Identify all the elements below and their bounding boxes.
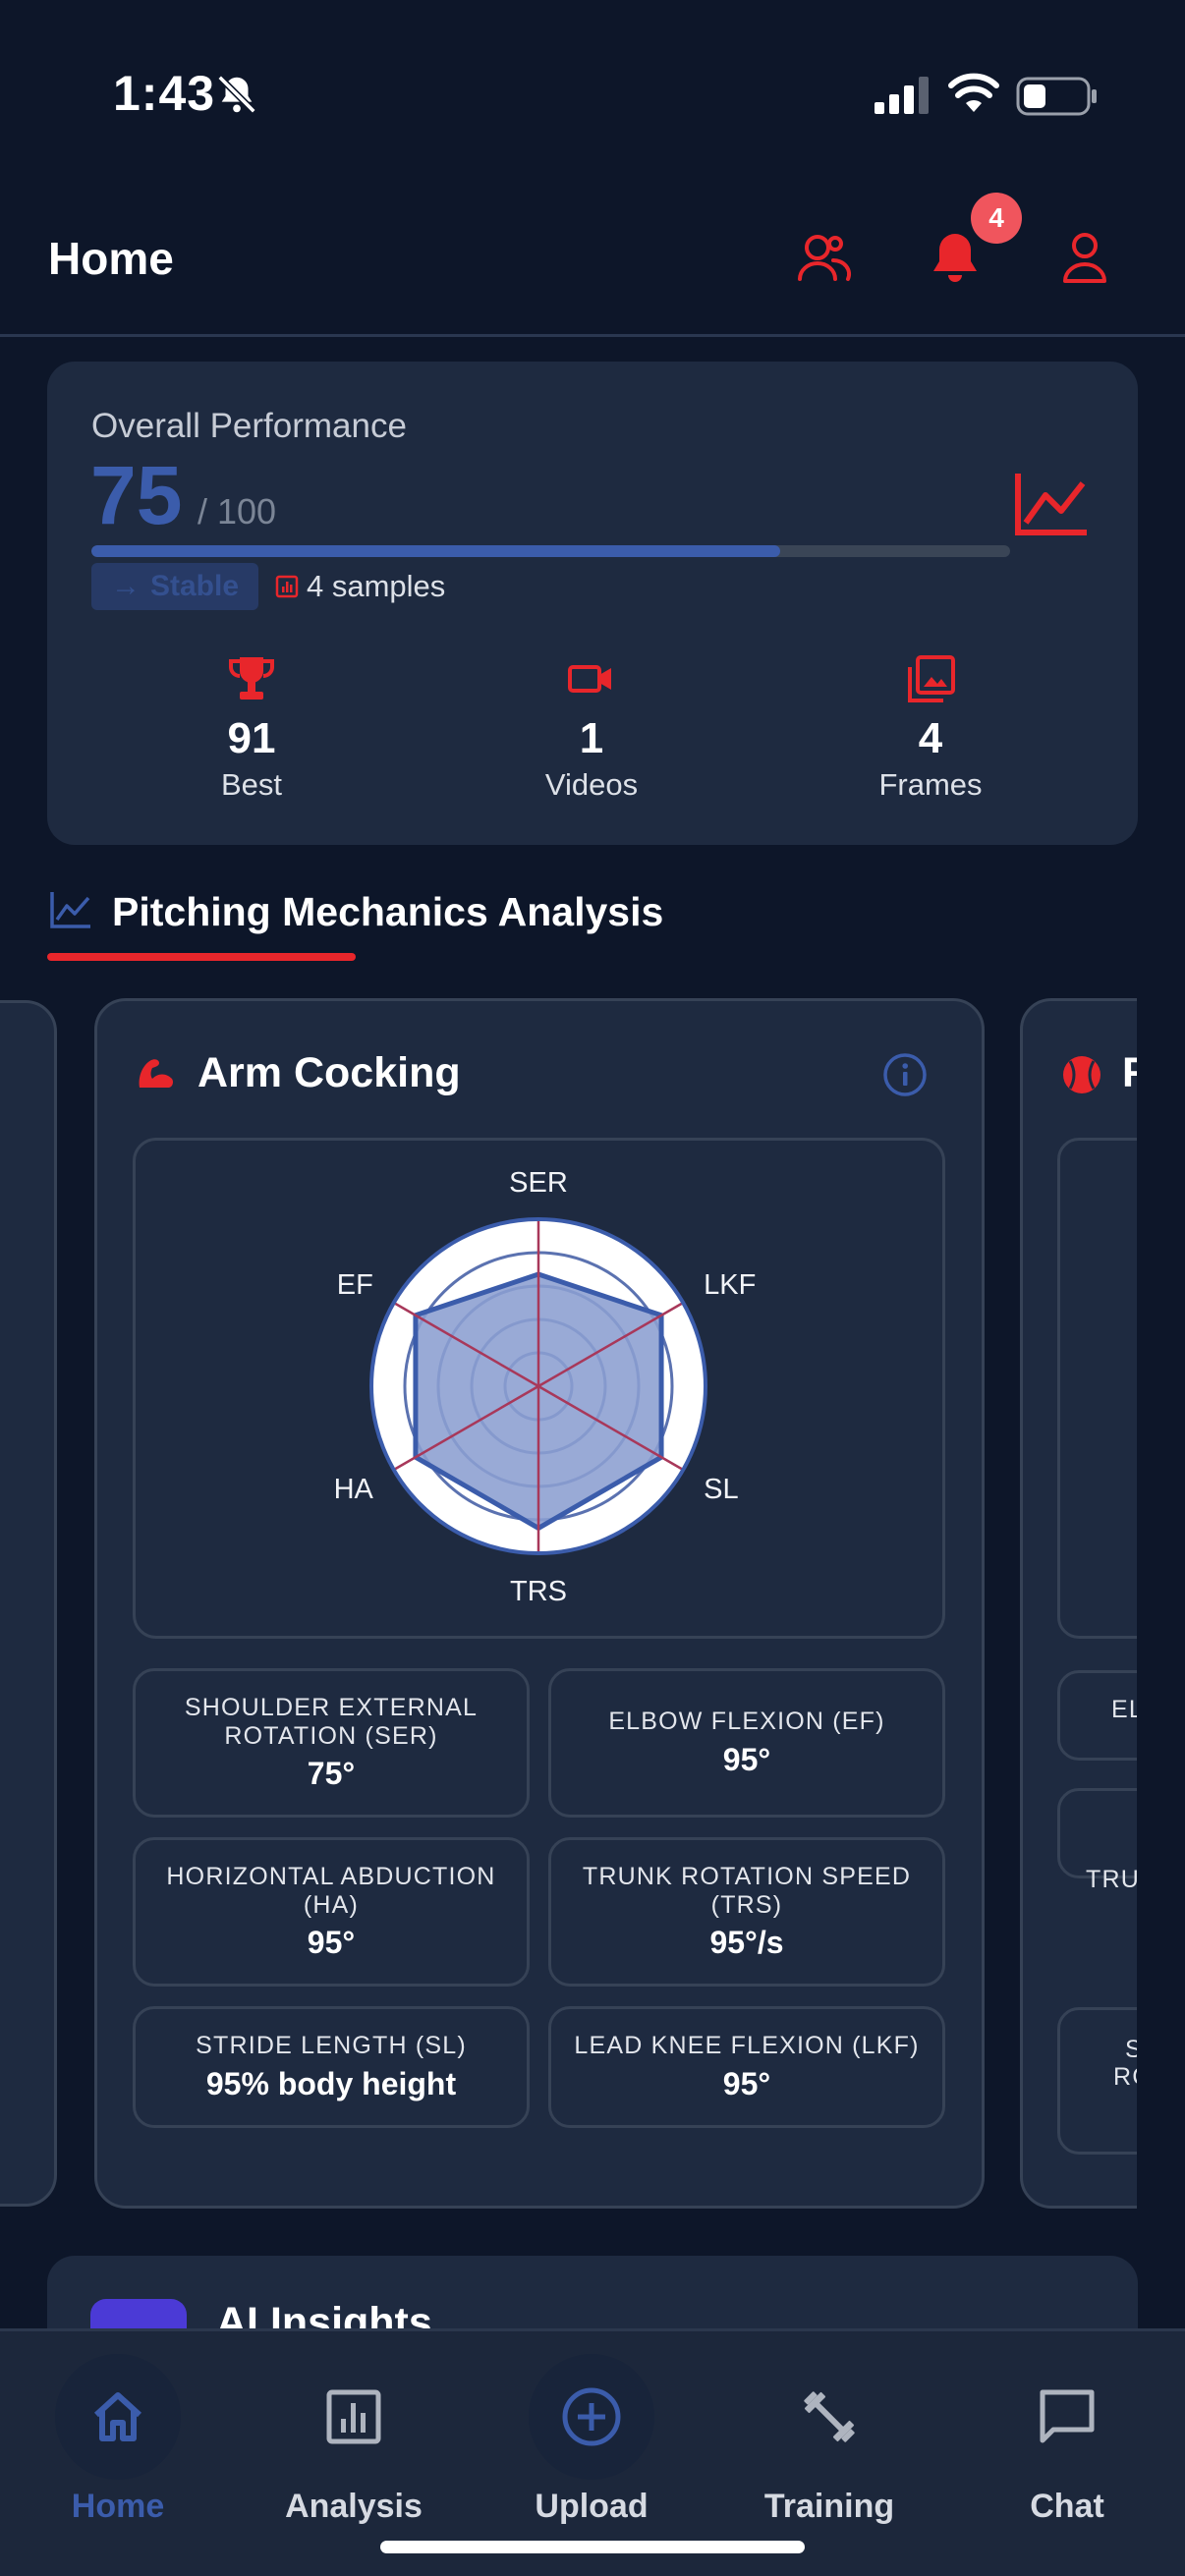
chat-icon — [1040, 2389, 1095, 2443]
metric-label: LEAD KNEE FLEXION (LKF) — [574, 2032, 920, 2060]
stat-best: 91 Best — [104, 653, 399, 803]
metric-value: 95° — [307, 1925, 356, 1961]
trophy-icon — [229, 657, 274, 700]
status-time: 1:43 — [113, 66, 216, 121]
performance-progress-fill — [91, 545, 781, 557]
radar-axis-label: LKF — [704, 1269, 756, 1301]
next-card-metric-text: S — [1125, 2036, 1137, 2063]
metric-tile[interactable]: LEAD KNEE FLEXION (LKF) 95° — [548, 2006, 945, 2128]
metric-label: STRIDE LENGTH (SL) — [196, 2032, 467, 2060]
stat-frames-value: 4 — [918, 714, 943, 762]
stat-best-label: Best — [220, 767, 283, 802]
metric-tile[interactable]: STRIDE LENGTH (SL) 95% body height — [133, 2006, 530, 2128]
bell-muted-icon — [217, 75, 256, 114]
next-card-radar-box — [1057, 1138, 1137, 1639]
info-icon[interactable] — [882, 1052, 928, 1097]
section-title: Pitching Mechanics Analysis — [112, 889, 664, 934]
page-title: Home — [48, 233, 174, 284]
flexed-arm-icon — [139, 1059, 173, 1088]
performance-max: / 100 — [198, 491, 277, 532]
metric-label: TRUNK ROTATION SPEED (TRS) — [582, 1862, 912, 1919]
cell-signal-icon — [875, 77, 929, 114]
radar-axis-label: SER — [509, 1167, 568, 1199]
performance-progress-bar — [91, 545, 1010, 557]
photo-library-icon — [908, 655, 955, 702]
card-title: Arm Cocking — [198, 1049, 461, 1096]
metric-label: SHOULDER EXTERNAL ROTATION (SER) — [184, 1693, 479, 1750]
trend-status-badge: → Stable — [91, 563, 258, 610]
metric-tile[interactable]: SHOULDER EXTERNAL ROTATION (SER) 75° — [133, 1668, 530, 1818]
stat-frames: 4 Frames — [783, 653, 1078, 803]
metric-label: ELBOW FLEXION (EF) — [608, 1708, 885, 1736]
metric-tile[interactable]: ELBOW FLEXION (EF) 95° — [548, 1668, 945, 1818]
previous-phase-card[interactable] — [0, 1000, 57, 2207]
notification-bell-icon[interactable] — [926, 228, 985, 287]
nav-home-label: Home — [71, 2488, 165, 2525]
next-card-metric-text: RC — [1113, 2063, 1137, 2091]
section-underline — [47, 953, 356, 961]
nav-training-label: Training — [763, 2488, 895, 2525]
next-card-metric-text: TRU — [1086, 1866, 1137, 1893]
metric-label: HORIZONTAL ABDUCTION (HA) — [166, 1862, 496, 1919]
radar-axis-label: TRS — [510, 1576, 567, 1607]
radar-axis-label: SL — [704, 1474, 738, 1505]
radar-axis-label: HA — [334, 1474, 374, 1505]
performance-score: 75 — [90, 449, 183, 541]
arrow-right-icon: → — [110, 570, 141, 602]
plus-circle-icon — [562, 2387, 621, 2446]
home-icon — [93, 2392, 142, 2441]
metric-value: 95% body height — [205, 2065, 457, 2101]
profile-icon[interactable] — [1055, 228, 1114, 287]
header-divider — [0, 334, 1185, 337]
stat-frames-label: Frames — [878, 767, 983, 802]
nav-upload[interactable]: Upload — [474, 2354, 709, 2526]
samples-chart-icon — [275, 575, 299, 598]
performance-label: Overall Performance — [91, 407, 407, 445]
wifi-icon — [948, 73, 999, 112]
stat-videos-value: 1 — [579, 714, 604, 762]
samples-count: 4 samples — [307, 569, 446, 603]
metric-value: 75° — [307, 1756, 356, 1792]
radar-chart: SER LKF SL TRS HA EF — [334, 1167, 757, 1607]
nav-chat[interactable]: Chat — [949, 2358, 1185, 2526]
home-indicator — [380, 2541, 805, 2553]
metric-tile[interactable]: HORIZONTAL ABDUCTION (HA) 95° — [133, 1837, 530, 1987]
bar-chart-icon — [326, 2389, 381, 2444]
metric-value: 95° — [722, 2065, 771, 2101]
dumbbell-icon — [804, 2391, 855, 2442]
metric-value: 95° — [722, 1741, 771, 1777]
radar-axis-label: EF — [337, 1269, 373, 1301]
nav-upload-label: Upload — [535, 2488, 649, 2525]
stat-best-value: 91 — [227, 714, 276, 762]
stat-videos-label: Videos — [544, 767, 639, 802]
nav-home[interactable]: Home — [0, 2354, 236, 2526]
nav-training[interactable]: Training — [711, 2358, 947, 2526]
videocam-icon — [568, 665, 611, 693]
nav-chat-label: Chat — [1030, 2488, 1104, 2525]
stat-videos: 1 Videos — [444, 653, 739, 803]
next-card-metric-text: EL — [1111, 1696, 1137, 1723]
trend-chart-icon[interactable] — [1012, 470, 1091, 538]
line-chart-icon — [50, 892, 90, 928]
trend-status-label: Stable — [149, 570, 240, 602]
metric-value: 95°/s — [709, 1925, 784, 1961]
notification-badge: 4 — [971, 193, 1022, 244]
next-card-title: F — [1122, 1049, 1137, 1096]
coach-users-icon[interactable] — [794, 228, 853, 287]
nav-analysis-label: Analysis — [285, 2488, 423, 2525]
baseball-icon — [1063, 1056, 1100, 1093]
metric-tile[interactable]: TRUNK ROTATION SPEED (TRS) 95°/s — [548, 1837, 945, 1987]
nav-analysis[interactable]: Analysis — [236, 2358, 472, 2526]
battery-icon — [1016, 77, 1097, 116]
